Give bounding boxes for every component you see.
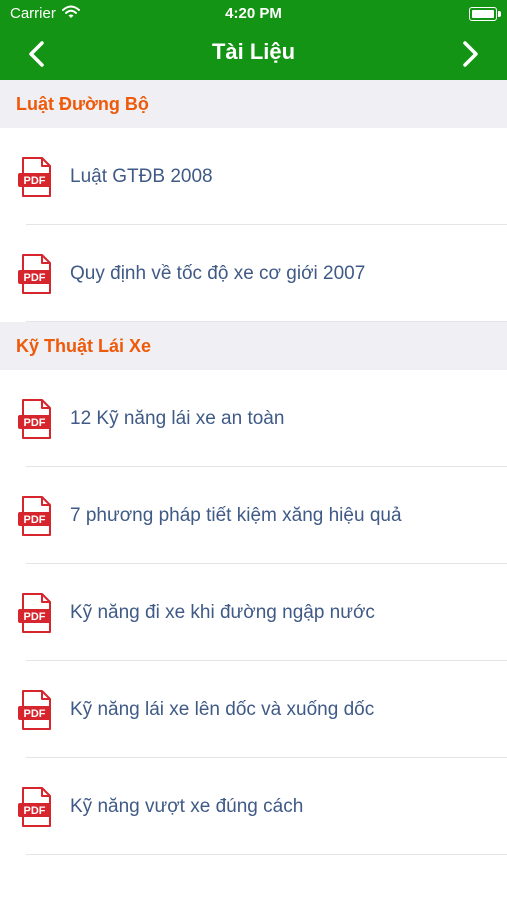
document-row[interactable]: PDF 12 Kỹ năng lái xe an toàn bbox=[0, 370, 507, 467]
document-row[interactable]: PDF 7 phương pháp tiết kiệm xăng hiệu qu… bbox=[0, 467, 507, 564]
row-separator bbox=[26, 854, 507, 855]
chevron-right-icon bbox=[463, 41, 478, 67]
document-row[interactable]: PDF Quy định về tốc độ xe cơ giới 2007 bbox=[0, 225, 507, 322]
section-title: Kỹ Thuật Lái Xe bbox=[16, 335, 152, 356]
document-title: Kỹ năng vượt xe đúng cách bbox=[70, 795, 304, 817]
document-list: Luật Đường Bộ PDF Luật GTĐB 2008 PDF Quy… bbox=[0, 80, 507, 855]
document-row[interactable]: PDF Luật GTĐB 2008 bbox=[0, 128, 507, 225]
svg-text:PDF: PDF bbox=[24, 805, 46, 817]
battery-level bbox=[472, 10, 494, 18]
pdf-icon: PDF bbox=[18, 786, 51, 827]
pdf-icon: PDF bbox=[18, 689, 51, 730]
section-header: Luật Đường Bộ bbox=[0, 80, 507, 128]
battery-icon bbox=[469, 7, 501, 21]
svg-text:PDF: PDF bbox=[24, 514, 46, 526]
svg-text:PDF: PDF bbox=[24, 175, 46, 187]
svg-text:PDF: PDF bbox=[24, 272, 46, 284]
document-title: Luật GTĐB 2008 bbox=[70, 165, 213, 187]
navigation-bar: Tài Liệu bbox=[0, 28, 507, 80]
forward-button[interactable] bbox=[453, 36, 489, 72]
svg-text:PDF: PDF bbox=[24, 708, 46, 720]
section-header: Kỹ Thuật Lái Xe bbox=[0, 322, 507, 370]
document-title: Quy định về tốc độ xe cơ giới 2007 bbox=[70, 262, 366, 284]
document-title: 7 phương pháp tiết kiệm xăng hiệu quả bbox=[70, 504, 402, 526]
pdf-icon: PDF bbox=[18, 592, 51, 633]
pdf-icon: PDF bbox=[18, 495, 51, 536]
document-row[interactable]: PDF Kỹ năng lái xe lên dốc và xuống dốc bbox=[0, 661, 507, 758]
document-row[interactable]: PDF Kỹ năng vượt xe đúng cách bbox=[0, 758, 507, 855]
svg-text:PDF: PDF bbox=[24, 417, 46, 429]
document-title: 12 Kỹ năng lái xe an toàn bbox=[70, 407, 285, 429]
section-title: Luật Đường Bộ bbox=[16, 93, 149, 114]
svg-text:PDF: PDF bbox=[24, 611, 46, 623]
row-separator bbox=[26, 321, 507, 322]
document-row[interactable]: PDF Kỹ năng đi xe khi đường ngập nước bbox=[0, 564, 507, 661]
pdf-icon: PDF bbox=[18, 156, 51, 197]
page-title: Tài Liệu bbox=[211, 39, 296, 64]
document-title: Kỹ năng lái xe lên dốc và xuống dốc bbox=[70, 698, 375, 720]
status-time: 4:20 PM bbox=[225, 5, 282, 22]
pdf-icon: PDF bbox=[18, 398, 51, 439]
pdf-icon: PDF bbox=[18, 253, 51, 294]
document-title: Kỹ năng đi xe khi đường ngập nước bbox=[70, 601, 375, 623]
status-bar: Carrier 4:20 PM bbox=[0, 0, 507, 28]
